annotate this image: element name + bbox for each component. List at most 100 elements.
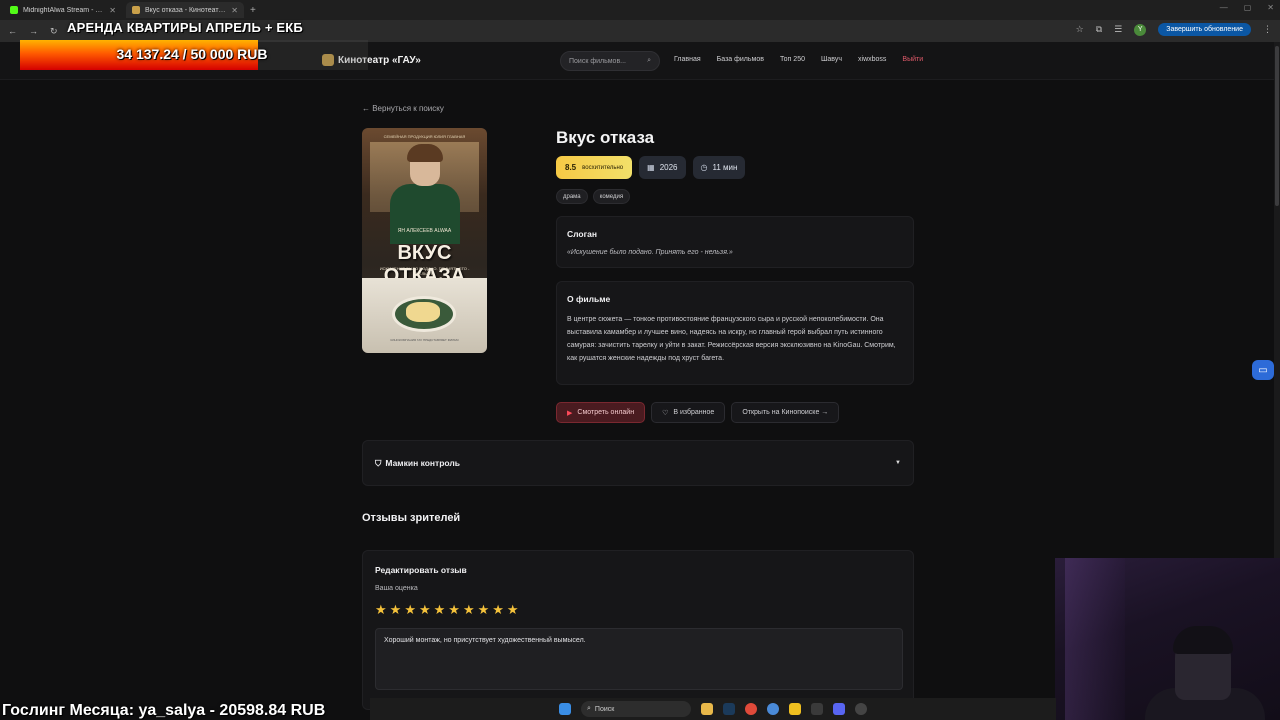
clock-icon: ◷ [700, 163, 708, 172]
minimize-icon[interactable]: — [1220, 3, 1228, 12]
ccleaner-icon[interactable] [811, 703, 823, 715]
poster-figure-body [390, 184, 460, 244]
star-icon[interactable]: ★ [434, 602, 446, 618]
poster-top-credit: СЕМЕЙНАЯ ПРОДУКЦИЯ ЮЛИЯ ГЛАВНАЯ [383, 134, 466, 139]
play-icon: ▶ [567, 409, 573, 417]
rating-value: 8.5 [565, 163, 577, 172]
slogan-heading: Слоган [567, 229, 598, 239]
heart-icon: ♡ [662, 409, 669, 417]
kick-favicon-icon [10, 6, 18, 14]
browser-tab-active[interactable]: Вкус отказа - Кинотеатр «ГАУ» ✕ [126, 2, 244, 18]
edit-review-card: Редактировать отзыв Ваша оценка ★ ★ ★ ★ ★ ★ ★ ★… [362, 550, 914, 710]
close-tab-icon[interactable]: ✕ [231, 6, 238, 15]
rating-badge: 8.5 восхитительно [556, 156, 633, 179]
duration-value: 11 мин [712, 163, 738, 172]
browser-tab-strip: MidnightAlwa Stream - Watch L ✕ Вкус отк… [0, 0, 1280, 20]
taskbar-search-label: Поиск [594, 705, 615, 713]
search-input[interactable]: Поиск фильмов... ⌕ [560, 51, 660, 71]
browser-tab[interactable]: MidnightAlwa Stream - Watch L ✕ [4, 2, 122, 18]
discord-icon[interactable] [833, 703, 845, 715]
nav-top-250[interactable]: Топ 250 [780, 56, 805, 63]
site-favicon-icon [132, 6, 140, 14]
nav-home[interactable]: Главная [674, 56, 701, 63]
favorites-label: В избранное [673, 409, 715, 416]
search-icon[interactable]: ⌕ [647, 57, 651, 65]
open-kinopoisk-button[interactable]: Открыть на Кинопоиске → [731, 402, 840, 423]
page-scrollbar[interactable] [1274, 42, 1280, 562]
star-icon[interactable]: ★ [419, 602, 431, 618]
donation-progress-bar: 34 137.24 / 50 000 RUB [20, 40, 368, 70]
tab-title: Вкус отказа - Кинотеатр «ГАУ» [145, 6, 226, 14]
chevron-down-icon[interactable]: ▼ [895, 460, 901, 466]
file-explorer-icon[interactable] [701, 703, 713, 715]
film-meta-chips: 8.5 восхитительно ▦ 2026 ◷ 11 мин [556, 156, 746, 179]
donation-amount: 34 137.24 / 50 000 RUB [116, 46, 268, 62]
browser-icon[interactable] [767, 703, 779, 715]
genre-tag[interactable]: драма [556, 189, 588, 204]
star-icon[interactable]: ★ [492, 602, 504, 618]
obs-icon[interactable] [855, 703, 867, 715]
reviews-heading: Отзывы зрителей [362, 512, 461, 524]
nav-logout[interactable]: Выйти [902, 56, 923, 63]
taskbar-search[interactable]: ⌕ Поиск [581, 701, 691, 717]
close-window-icon[interactable]: ✕ [1267, 3, 1274, 12]
search-placeholder: Поиск фильмов... [569, 57, 627, 65]
donation-goal-title: АРЕНДА КВАРТИРЫ АПРЕЛЬ + ЕКБ [67, 20, 303, 35]
genre-tags: драма комедия [556, 189, 631, 204]
star-icon[interactable]: ★ [448, 602, 460, 618]
menu-icon[interactable]: ⋮ [1263, 24, 1272, 35]
windows-start-icon[interactable] [559, 703, 571, 715]
star-icon[interactable]: ★ [507, 602, 519, 618]
star-rating-input[interactable]: ★ ★ ★ ★ ★ ★ ★ ★ ★ ★ [375, 602, 901, 618]
webcam-light [1065, 558, 1125, 720]
genre-tag[interactable]: комедия [592, 189, 631, 204]
shield-icon: ⛉ [375, 457, 382, 468]
chrome-icon[interactable] [745, 703, 757, 715]
nav-shavuch[interactable]: Шавуч [821, 56, 842, 63]
nav-username[interactable]: xiwxboss [858, 56, 886, 63]
bookmark-star-icon[interactable]: ☆ [1076, 24, 1084, 35]
parental-control-accordion[interactable]: ⛉ Мамкин контроль ▼ [362, 440, 914, 486]
star-icon[interactable]: ★ [463, 602, 475, 618]
watch-online-label: Смотреть онлайн [577, 409, 635, 416]
window-controls: — ▢ ✕ [1220, 3, 1274, 12]
about-text: В центре сюжета — тонкое противостояние … [567, 316, 896, 362]
star-icon[interactable]: ★ [390, 602, 402, 618]
reload-icon[interactable]: ↻ [50, 26, 58, 37]
calendar-icon: ▦ [647, 163, 655, 172]
windows-taskbar: ⌕ Поиск [370, 698, 1056, 720]
star-icon[interactable]: ★ [375, 602, 387, 618]
duration-chip: ◷ 11 мин [692, 156, 746, 179]
maximize-icon[interactable]: ▢ [1244, 3, 1252, 12]
back-to-search-link[interactable]: ← Вернуться к поиску [362, 104, 444, 113]
review-textarea[interactable]: Хороший монтаж, но присутствует художест… [375, 628, 903, 690]
add-to-favorites-button[interactable]: ♡ В избранное [651, 402, 726, 423]
screen: MidnightAlwa Stream - Watch L ✕ Вкус отк… [0, 0, 1280, 720]
rating-label: восхитительно [582, 164, 624, 171]
parental-control-label: Мамкин контроль [385, 458, 460, 468]
forward-arrow-icon[interactable]: → [29, 26, 38, 37]
steam-icon[interactable] [723, 703, 735, 715]
extensions-icon[interactable]: ⧉ [1096, 24, 1102, 35]
star-icon[interactable]: ★ [404, 602, 416, 618]
about-card: О фильме В центре сюжета — тонкое против… [556, 281, 914, 385]
poster-actor-name: ЯН АЛЕКСЕЕВ ALWAA [397, 228, 452, 234]
close-tab-icon[interactable]: ✕ [109, 6, 116, 15]
search-icon: ⌕ [587, 705, 591, 712]
back-arrow-icon[interactable]: ← [8, 26, 17, 37]
reading-list-icon[interactable]: ☰ [1114, 24, 1122, 35]
top-donor-banner: Гослинг Месяца: ya_salya - 20598.84 RUB [2, 702, 326, 719]
nav-film-database[interactable]: База фильмов [717, 56, 764, 63]
new-tab-icon[interactable]: + [250, 5, 256, 16]
your-rating-label: Ваша оценка [375, 585, 418, 592]
slogan-text: «Искушение было подано. Принять его - не… [567, 249, 733, 256]
film-actions: ▶ Смотреть онлайн ♡ В избранное Открыть … [556, 402, 840, 423]
update-button[interactable]: Завершить обновление [1158, 23, 1251, 36]
poster-cheese [406, 302, 440, 322]
scrollbar-thumb[interactable] [1275, 46, 1279, 206]
profile-avatar[interactable]: Y [1134, 23, 1147, 36]
app-icon[interactable] [789, 703, 801, 715]
watch-online-button[interactable]: ▶ Смотреть онлайн [556, 402, 646, 423]
chat-bubble-icon[interactable]: ▭ [1252, 360, 1274, 380]
star-icon[interactable]: ★ [478, 602, 490, 618]
